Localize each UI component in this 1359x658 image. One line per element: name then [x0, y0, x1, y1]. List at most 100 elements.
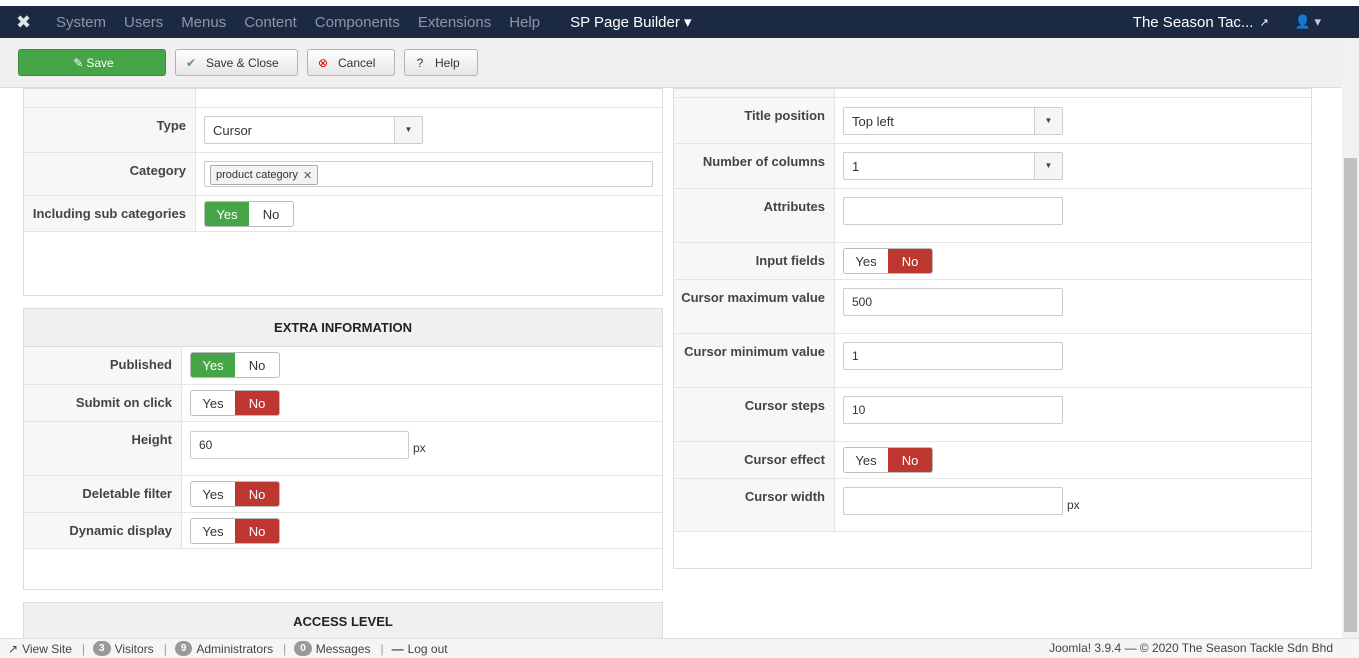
- cursor-max-value: 500: [852, 295, 873, 309]
- row-submit-on-click: Submit on click Yes No: [24, 384, 662, 421]
- chevron-down-icon[interactable]: ▼: [1034, 108, 1062, 134]
- save-close-label: Save & Close: [206, 55, 279, 70]
- cursor-width-unit: px: [1067, 498, 1080, 512]
- cursor-min-input[interactable]: 1: [843, 342, 1063, 370]
- scrollbar-thumb[interactable]: [1344, 158, 1357, 632]
- attributes-input[interactable]: [843, 197, 1063, 225]
- extra-information-panel: EXTRA INFORMATION Published Yes No Submi…: [23, 308, 663, 590]
- messages-label: Messages: [315, 641, 371, 656]
- separator: |: [283, 641, 287, 656]
- row-dynamic-display: Dynamic display Yes No: [24, 512, 662, 549]
- chevron-down-icon[interactable]: ▼: [1034, 153, 1062, 179]
- input-fields-toggle[interactable]: Yes No: [843, 248, 933, 274]
- user-icon[interactable]: 👤 ▾: [1295, 14, 1321, 30]
- separator: |: [81, 641, 85, 656]
- menu-help[interactable]: Help: [509, 14, 540, 31]
- messages-badge: 0: [294, 641, 312, 656]
- columns-select[interactable]: 1 ▼: [843, 152, 1063, 180]
- external-link-icon[interactable]: ↗: [1259, 16, 1268, 29]
- row-number-of-columns: Number of columns 1 ▼: [674, 143, 1311, 188]
- published-label: Published: [109, 357, 172, 372]
- deletable-no[interactable]: No: [235, 482, 279, 506]
- category-label: Category: [129, 163, 186, 178]
- sub-categories-toggle[interactable]: Yes No: [204, 201, 294, 227]
- user-caret: ▾: [1314, 14, 1321, 29]
- menu-menus[interactable]: Menus: [181, 14, 226, 31]
- view-site-link[interactable]: ↗ View Site: [8, 642, 72, 656]
- messages-link[interactable]: 0 Messages: [294, 641, 370, 656]
- input-fields-no[interactable]: No: [888, 249, 932, 273]
- page-scrollbar[interactable]: [1342, 38, 1359, 638]
- submit-toggle[interactable]: Yes No: [190, 390, 280, 416]
- view-site-label: View Site: [22, 641, 72, 656]
- category-chip: product category ✕: [210, 165, 319, 185]
- copyright-text: Joomla! 3.9.4 — © 2020 The Season Tackle…: [1049, 641, 1333, 655]
- menu-extensions[interactable]: Extensions: [418, 14, 491, 31]
- height-input[interactable]: 60: [190, 431, 409, 459]
- published-no[interactable]: No: [235, 353, 279, 377]
- dynamic-yes[interactable]: Yes: [191, 519, 235, 543]
- separator: |: [163, 641, 167, 656]
- height-unit: px: [413, 441, 426, 455]
- height-label: Height: [131, 432, 172, 447]
- dynamic-label: Dynamic display: [69, 523, 172, 538]
- logout-link[interactable]: — Log out: [392, 642, 448, 656]
- sub-categories-yes[interactable]: Yes: [205, 202, 249, 226]
- menu-content[interactable]: Content: [244, 14, 297, 31]
- published-yes[interactable]: Yes: [191, 353, 235, 377]
- row-cursor-width: Cursor width px: [674, 478, 1311, 532]
- submit-no[interactable]: No: [235, 391, 279, 415]
- visitors-badge: 3: [93, 641, 111, 656]
- category-multiselect[interactable]: product category ✕: [204, 161, 653, 187]
- cursor-effect-yes[interactable]: Yes: [844, 448, 888, 472]
- dynamic-toggle[interactable]: Yes No: [190, 518, 280, 544]
- cursor-effect-no[interactable]: No: [888, 448, 932, 472]
- deletable-toggle[interactable]: Yes No: [190, 481, 280, 507]
- toolbar: ✎ Save ✔ Save & Close ⊗ Cancel ? Help: [0, 38, 1359, 88]
- title-position-select[interactable]: Top left ▼: [843, 107, 1063, 135]
- published-toggle[interactable]: Yes No: [190, 352, 280, 378]
- row-category: Category product category ✕: [24, 152, 662, 195]
- row-cursor-effect: Cursor effect Yes No: [674, 441, 1311, 478]
- menu-users[interactable]: Users: [124, 14, 163, 31]
- administrators-link[interactable]: 9 Administrators: [174, 641, 274, 656]
- cursor-effect-toggle[interactable]: Yes No: [843, 447, 933, 473]
- row-attributes: Attributes: [674, 188, 1311, 242]
- save-button[interactable]: ✎ Save: [18, 49, 166, 76]
- site-name-link[interactable]: The Season Tac...: [1133, 14, 1254, 31]
- cursor-max-input[interactable]: 500: [843, 288, 1063, 316]
- row-type: Type Cursor ▼: [24, 107, 662, 152]
- remove-chip-icon[interactable]: ✕: [303, 169, 312, 182]
- menu-components[interactable]: Components: [315, 14, 400, 31]
- filter-settings-panel: Type Cursor ▼ Category product category …: [23, 88, 663, 296]
- visitors-label: Visitors: [114, 641, 154, 656]
- dynamic-no[interactable]: No: [235, 519, 279, 543]
- deletable-yes[interactable]: Yes: [191, 482, 235, 506]
- sub-categories-no[interactable]: No: [249, 202, 293, 226]
- cursor-max-label: Cursor maximum value: [681, 290, 825, 305]
- type-select[interactable]: Cursor ▼: [204, 116, 423, 144]
- cancel-button[interactable]: ⊗ Cancel: [307, 49, 395, 76]
- columns-value: 1: [852, 158, 860, 174]
- row-cursor-max: Cursor maximum value 500: [674, 279, 1311, 333]
- input-fields-yes[interactable]: Yes: [844, 249, 888, 273]
- row-cursor-steps: Cursor steps 10: [674, 387, 1311, 441]
- status-bar: ↗ View Site | 3 Visitors | 9 Administrat…: [0, 638, 1359, 658]
- submit-yes[interactable]: Yes: [191, 391, 235, 415]
- menu-system[interactable]: System: [56, 14, 106, 31]
- cursor-min-value: 1: [852, 349, 859, 363]
- row-input-fields: Input fields Yes No: [674, 242, 1311, 279]
- joomla-logo-icon[interactable]: ✖: [16, 12, 42, 33]
- help-button[interactable]: ? Help: [404, 49, 478, 76]
- cursor-steps-input[interactable]: 10: [843, 396, 1063, 424]
- save-close-button[interactable]: ✔ Save & Close: [175, 49, 298, 76]
- cursor-min-label: Cursor minimum value: [684, 344, 825, 359]
- chevron-down-icon[interactable]: ▼: [394, 117, 422, 143]
- input-fields-label: Input fields: [755, 253, 825, 268]
- category-chip-label: product category: [216, 169, 298, 181]
- height-value: 60: [199, 438, 213, 452]
- admins-label: Administrators: [196, 641, 274, 656]
- visitors-link[interactable]: 3 Visitors: [93, 641, 154, 656]
- menu-sp-page-builder[interactable]: SP Page Builder ▾: [570, 13, 692, 31]
- cursor-width-input[interactable]: [843, 487, 1063, 515]
